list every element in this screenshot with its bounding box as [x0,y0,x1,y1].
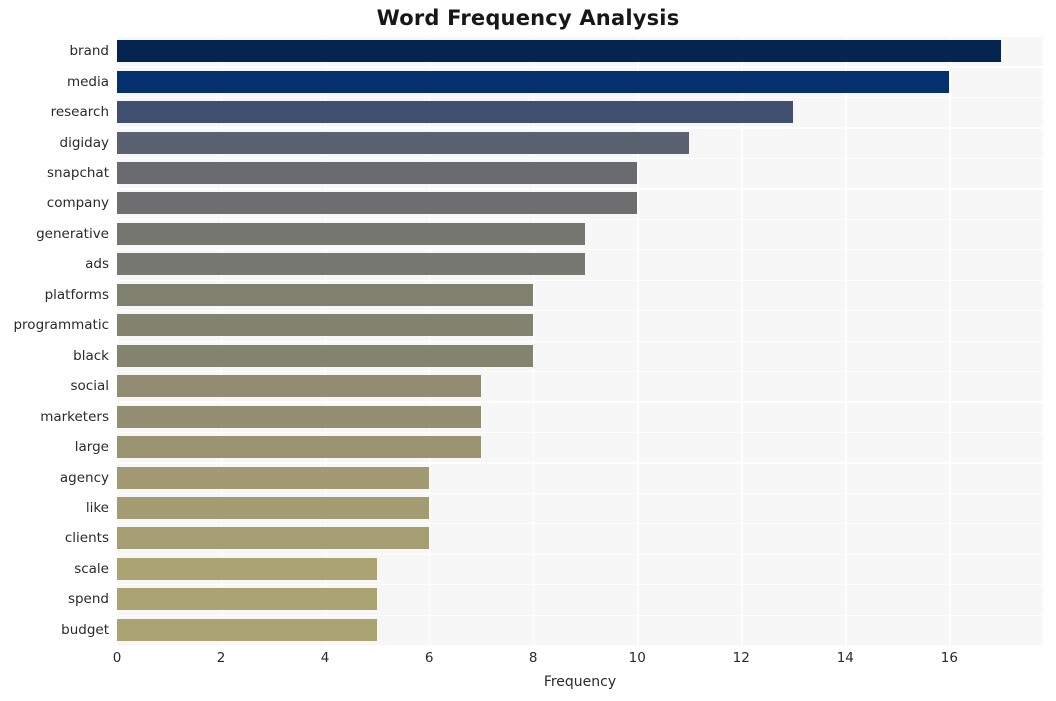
y-tick-label: social [70,378,110,395]
bar [117,527,430,550]
bar [117,131,690,154]
y-axis-tick-labels: brand media research digiday snapchat company… [0,36,109,645]
x-axis-title: Frequency [543,674,617,690]
gridline-horizontal [117,523,1043,525]
gridline-horizontal [117,553,1043,555]
gridline-horizontal [117,401,1043,403]
gridline-horizontal [117,157,1043,160]
gridline-horizontal [117,584,1043,586]
plot-area [117,36,1043,645]
y-tick-label: scale [74,560,109,577]
gridline-horizontal [117,431,1043,434]
bar [117,436,482,459]
x-tick-label: 16 [940,650,958,666]
bar [117,283,534,306]
bar [117,222,586,245]
gridline-horizontal [117,36,1043,38]
gridline-horizontal [117,188,1043,190]
gridline-horizontal [117,340,1043,342]
bar [117,618,378,641]
y-tick-label: spend [67,591,109,608]
y-tick-label: like [85,499,109,516]
y-tick-label: agency [59,469,109,486]
gridline-horizontal [117,370,1043,373]
y-tick-label: snapchat [47,165,109,182]
gridline-horizontal [117,310,1043,312]
bar [117,101,794,124]
bar [117,162,638,185]
bar [117,70,950,93]
bar [117,314,534,337]
x-tick-label: 14 [836,650,854,666]
x-tick-label: 8 [528,650,538,666]
y-tick-label: budget [61,621,109,638]
gridline-horizontal [117,218,1043,220]
gridline-horizontal [117,127,1043,129]
bar [117,496,430,519]
y-tick-label: programmatic [13,317,109,334]
gridline-horizontal [117,66,1043,68]
y-tick-label: black [73,347,109,364]
y-tick-label: platforms [44,286,109,303]
x-tick-label: 0 [112,650,122,666]
x-tick-label: 2 [216,650,226,666]
word-frequency-chart-figure: Word Frequency Analysis brand media resear… [0,0,1056,701]
chart-title: Word Frequency Analysis [376,6,680,30]
gridline-horizontal [117,492,1043,495]
bar [117,466,430,489]
x-tick-label: 6 [424,650,434,666]
bar [117,192,638,215]
bar [117,253,586,276]
x-tick-label: 10 [628,650,646,666]
y-tick-label: media [66,73,109,90]
bar [117,344,534,367]
gridline-horizontal [117,462,1043,464]
y-tick-label: large [74,439,109,456]
bar [117,588,378,611]
gridline-horizontal [117,249,1043,251]
y-tick-label: marketers [40,408,109,425]
bar [117,557,378,580]
gridline-horizontal [117,279,1043,281]
y-tick-label: ads [85,256,109,273]
x-tick-label: 12 [732,650,750,666]
y-tick-label: brand [69,43,109,60]
y-tick-label: clients [64,530,109,547]
gridline-horizontal [117,96,1043,99]
gridline-horizontal [117,614,1043,616]
y-tick-label: generative [36,225,109,242]
bar [117,405,482,428]
x-axis-tick-labels: 0 2 4 6 8 10 12 14 16 [0,650,1056,672]
y-tick-label: digiday [59,134,109,151]
y-tick-label: company [46,195,109,212]
bar [117,375,482,398]
y-tick-label: research [50,104,109,121]
bar [117,40,1002,63]
x-tick-label: 4 [320,650,330,666]
